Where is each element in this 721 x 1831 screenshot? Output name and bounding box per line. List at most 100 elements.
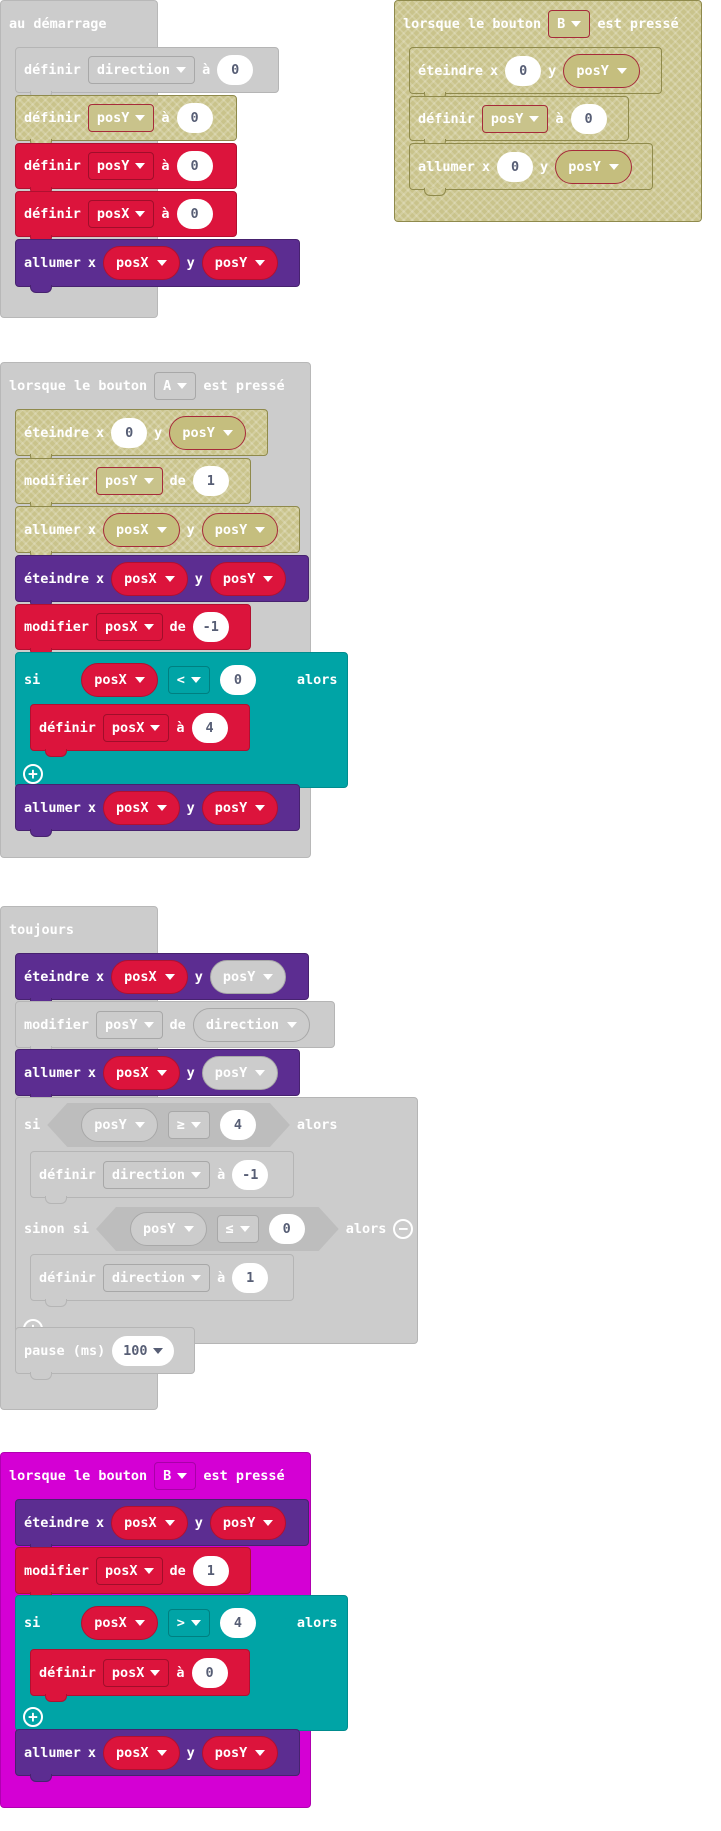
number-input[interactable]: 1 — [232, 1262, 269, 1293]
number-input[interactable]: -1 — [192, 612, 229, 642]
var-dropdown-posX[interactable]: posX — [96, 613, 163, 641]
var-reporter-posY[interactable]: posY — [209, 959, 287, 994]
unplot-block[interactable]: éteindre x posX y posY — [15, 555, 309, 608]
set-posY-block[interactable]: définir posY à 0 — [409, 96, 629, 147]
var-reporter-posX[interactable]: posX — [81, 663, 158, 697]
var-reporter-posX[interactable]: posX — [111, 561, 188, 596]
plot-label: allumer — [24, 1744, 81, 1761]
workspace[interactable]: au démarrage définir direction à 0 défin… — [0, 0, 721, 1831]
var-dropdown-posX[interactable]: posX — [102, 713, 170, 742]
operator-dropdown[interactable]: ≤ — [217, 1215, 259, 1243]
number-input[interactable]: 1 — [192, 466, 229, 496]
var-reporter-posY[interactable]: posY — [130, 1212, 207, 1246]
number-input[interactable]: -1 — [232, 1159, 269, 1190]
operator-dropdown[interactable]: < — [168, 666, 210, 694]
var-reporter-posY[interactable]: posY — [201, 512, 279, 547]
plot-block[interactable]: allumer x posX y posY — [15, 1049, 300, 1102]
var-reporter-posY[interactable]: posY — [201, 246, 279, 280]
minus-circle-icon[interactable]: − — [393, 1219, 414, 1239]
var-reporter-posY[interactable]: posY — [201, 790, 279, 825]
var-reporter-posY[interactable]: posY — [563, 53, 640, 88]
number-input[interactable]: 0 — [191, 1657, 228, 1688]
set-posX-block[interactable]: définir posX à 4 — [30, 704, 250, 757]
button-dropdown-b[interactable]: B — [548, 10, 591, 38]
var-reporter-posX[interactable]: posX — [103, 790, 180, 825]
unplot-block[interactable]: éteindre x posX y posY — [15, 953, 309, 1006]
number-input[interactable]: 0 — [570, 103, 607, 134]
var-reporter-posY[interactable]: posY — [201, 1055, 279, 1090]
set-direction-block[interactable]: définir direction à 1 — [30, 1254, 294, 1307]
set-posY-block[interactable]: définir posY à 0 — [15, 143, 237, 195]
change-posX-block[interactable]: modifier posX de -1 — [15, 604, 251, 656]
plus-circle-icon[interactable]: + — [23, 764, 43, 784]
var-dropdown-posY[interactable]: posY — [96, 1010, 163, 1039]
var-dropdown-posY[interactable]: posY — [481, 104, 549, 133]
number-input[interactable]: 4 — [220, 1110, 256, 1140]
compare-ge-block[interactable]: posY ≥ 4 — [47, 1103, 290, 1147]
plus-circle-icon[interactable]: + — [23, 1707, 43, 1727]
if-elseif-block[interactable]: si posY ≥ 4 alors sinon si posY ≤ 0 alor… — [15, 1097, 418, 1344]
var-dropdown-posX[interactable]: posX — [102, 1658, 170, 1687]
var-reporter-posX[interactable]: posX — [111, 959, 188, 994]
change-posX-block[interactable]: modifier posX de 1 — [15, 1547, 251, 1600]
number-input[interactable]: 0 — [497, 151, 534, 182]
pause-dropdown[interactable]: 100 — [112, 1335, 175, 1366]
var-dropdown-posY[interactable]: posY — [96, 467, 163, 495]
var-dropdown-direction[interactable]: direction — [102, 1160, 211, 1189]
operator-dropdown[interactable]: > — [168, 1609, 210, 1637]
compare-lt-block[interactable]: posX < 0 — [47, 658, 290, 702]
number-input[interactable]: 0 — [269, 1214, 305, 1244]
var-reporter-posX[interactable]: posX — [103, 1735, 180, 1770]
operator-dropdown[interactable]: ≥ — [168, 1111, 210, 1139]
unplot-block[interactable]: éteindre x posX y posY — [15, 1499, 309, 1552]
var-reporter-posX[interactable]: posX — [111, 1505, 188, 1540]
set-posX-block[interactable]: définir posX à 0 — [30, 1649, 250, 1702]
set-posX-block[interactable]: définir posX à 0 — [15, 191, 237, 243]
var-dropdown-direction[interactable]: direction — [87, 56, 196, 84]
var-reporter-posY[interactable]: posY — [201, 1735, 279, 1770]
number-input[interactable]: 4 — [191, 712, 228, 743]
number-input[interactable]: 0 — [176, 103, 213, 133]
number-input[interactable]: 4 — [220, 1608, 256, 1638]
var-dropdown-posX[interactable]: posX — [96, 1556, 163, 1585]
number-input[interactable]: 0 — [505, 55, 542, 86]
plot-block[interactable]: allumer x posX y posY — [15, 239, 300, 293]
var-dropdown-direction[interactable]: direction — [102, 1263, 211, 1292]
number-input[interactable]: 0 — [111, 417, 148, 448]
var-dropdown-posY[interactable]: posY — [87, 152, 155, 180]
set-posY-block[interactable]: définir posY à 0 — [15, 95, 237, 147]
set-direction-block[interactable]: définir direction à -1 — [30, 1151, 294, 1204]
number-input[interactable]: 0 — [176, 151, 213, 181]
change-posY-block[interactable]: modifier posY de direction — [15, 1001, 335, 1054]
number-input[interactable]: 0 — [176, 199, 213, 229]
pause-block[interactable]: pause (ms) 100 — [15, 1327, 195, 1380]
var-dropdown-posY[interactable]: posY — [87, 104, 155, 132]
number-input[interactable]: 0 — [220, 665, 256, 695]
plot-block[interactable]: allumer x posX y posY — [15, 506, 300, 559]
plot-block[interactable]: allumer x 0 y posY — [409, 143, 653, 196]
number-input[interactable]: 1 — [192, 1555, 229, 1586]
var-dropdown-posX[interactable]: posX — [87, 200, 155, 228]
var-reporter-posX[interactable]: posX — [103, 1055, 180, 1090]
caret-down-icon — [153, 1347, 164, 1354]
var-reporter-posY[interactable]: posY — [555, 149, 632, 184]
compare-le-block[interactable]: posY ≤ 0 — [96, 1207, 339, 1251]
unplot-block[interactable]: éteindre x 0 y posY — [15, 409, 268, 462]
button-dropdown-a[interactable]: A — [154, 372, 197, 400]
var-reporter-posY[interactable]: posY — [81, 1108, 158, 1142]
number-input[interactable]: 0 — [217, 55, 254, 85]
var-reporter-posX[interactable]: posX — [103, 512, 180, 547]
var-reporter-posX[interactable]: posX — [81, 1606, 158, 1640]
change-posY-block[interactable]: modifier posY de 1 — [15, 458, 251, 510]
var-reporter-posX[interactable]: posX — [103, 246, 180, 280]
var-reporter-direction[interactable]: direction — [192, 1007, 310, 1042]
var-reporter-posY[interactable]: posY — [169, 415, 246, 450]
compare-gt-block[interactable]: posX > 4 — [47, 1601, 290, 1645]
unplot-block[interactable]: éteindre x 0 y posY — [409, 47, 662, 100]
set-direction-block[interactable]: définir direction à 0 — [15, 47, 279, 99]
var-reporter-posY[interactable]: posY — [209, 561, 287, 596]
button-dropdown-b[interactable]: B — [154, 1462, 197, 1490]
plot-block[interactable]: allumer x posX y posY — [15, 784, 300, 837]
plot-block[interactable]: allumer x posX y posY — [15, 1729, 300, 1782]
var-reporter-posY[interactable]: posY — [209, 1505, 287, 1540]
